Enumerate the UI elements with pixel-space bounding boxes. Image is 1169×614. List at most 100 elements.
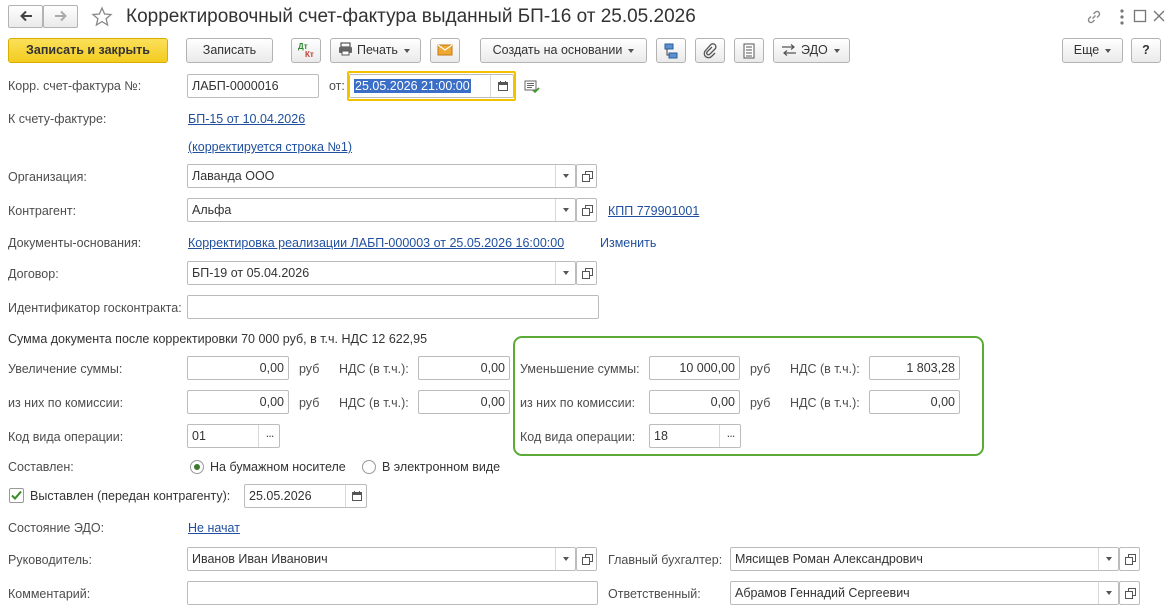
save-and-close-button[interactable]: Записать и закрыть [8, 38, 168, 63]
chief-accountant-value: Мясищев Роман Александрович [735, 552, 923, 566]
checklist-icon[interactable] [524, 80, 540, 94]
commission-decrease-field[interactable]: 0,00 [649, 390, 740, 414]
counterparty-label: Контрагент: [8, 204, 77, 218]
to-invoice-link[interactable]: БП-15 от 10.04.2026 [188, 112, 305, 126]
commission-increase-currency-label: руб [299, 396, 320, 410]
hierarchy-icon [664, 43, 678, 59]
head-label: Руководитель: [8, 553, 93, 567]
organization-label: Организация: [8, 170, 87, 184]
counterparty-dropdown-button[interactable] [555, 199, 575, 221]
operation-code-field-increase[interactable]: 01 ... [187, 424, 280, 448]
edo-exchange-icon [782, 44, 796, 56]
operation-code-field-decrease[interactable]: 18 ... [649, 424, 741, 448]
counterparty-field[interactable]: Альфа [187, 198, 576, 222]
organization-field[interactable]: Лаванда ООО [187, 164, 576, 188]
paper-option-label[interactable]: На бумажном носителе [210, 460, 346, 474]
issued-label: Выставлен (передан контрагенту): [30, 489, 231, 503]
paper-radio[interactable] [190, 460, 204, 474]
counterparty-open-button[interactable] [576, 198, 597, 222]
responsible-dropdown-button[interactable] [1098, 582, 1118, 604]
close-icon[interactable] [1152, 9, 1166, 23]
open-window-icon [582, 268, 593, 279]
email-button[interactable] [430, 38, 460, 63]
more-actions-button[interactable]: Еще [1062, 38, 1123, 63]
structure-button[interactable] [656, 38, 686, 63]
more-menu-icon[interactable] [1118, 7, 1126, 27]
responsible-label: Ответственный: [608, 587, 701, 601]
operation-code-label-decrease: Код вида операции: [520, 430, 636, 444]
arrow-left-icon [19, 10, 32, 22]
increase-amount-field[interactable]: 0,00 [187, 356, 289, 380]
favorite-star-icon[interactable] [91, 6, 113, 28]
report-button[interactable] [734, 38, 764, 63]
operation-code-select-button-decrease[interactable]: ... [719, 425, 740, 447]
contract-dropdown-button[interactable] [555, 262, 575, 284]
kpp-link[interactable]: КПП 779901001 [608, 204, 699, 218]
to-invoice-label: К счету-фактуре: [8, 112, 107, 126]
document-total-text: Сумма документа после корректировки 70 0… [8, 332, 428, 346]
head-open-button[interactable] [576, 547, 597, 571]
save-button[interactable]: Записать [186, 38, 273, 63]
commission-decrease-vat-field[interactable]: 0,00 [869, 390, 960, 414]
maximize-icon[interactable] [1133, 9, 1147, 23]
commission-increase-field[interactable]: 0,00 [187, 390, 289, 414]
edo-state-label: Состояние ЭДО: [8, 521, 105, 535]
commission-decrease-currency-label: руб [750, 396, 771, 410]
organization-open-button[interactable] [576, 164, 597, 188]
create-based-on-button[interactable]: Создать на основании [480, 38, 647, 63]
organization-dropdown-button[interactable] [555, 165, 575, 187]
decrease-vat-label: НДС (в т.ч.): [790, 362, 860, 376]
contract-field[interactable]: БП-19 от 05.04.2026 [187, 261, 576, 285]
head-dropdown-button[interactable] [555, 548, 575, 570]
contract-open-button[interactable] [576, 261, 597, 285]
attach-button[interactable] [695, 38, 725, 63]
increase-vat-field[interactable]: 0,00 [418, 356, 510, 380]
forward-button[interactable] [43, 5, 78, 28]
responsible-field[interactable]: Абрамов Геннадий Сергеевич [730, 581, 1119, 605]
issued-checkbox[interactable] [9, 488, 24, 503]
chief-accountant-open-button[interactable] [1119, 547, 1140, 571]
change-base-docs-link[interactable]: Изменить [600, 236, 656, 250]
increase-currency-label: руб [299, 362, 320, 376]
help-button[interactable]: ? [1131, 38, 1161, 63]
issued-date-field[interactable]: 25.05.2026 [244, 484, 367, 508]
operation-code-value-decrease: 18 [654, 429, 668, 443]
link-icon[interactable] [1085, 8, 1103, 26]
comment-label: Комментарий: [8, 587, 91, 601]
counterparty-value: Альфа [192, 203, 232, 217]
open-window-icon [1125, 588, 1136, 599]
corrected-line-link[interactable]: (корректируется строка №1) [188, 140, 352, 154]
electronic-radio[interactable] [362, 460, 376, 474]
commission-increase-vat-label: НДС (в т.ч.): [339, 396, 409, 410]
contract-value: БП-19 от 05.04.2026 [192, 266, 310, 280]
date-field-calendar-button[interactable] [490, 75, 513, 97]
decrease-vat-field[interactable]: 1 803,28 [869, 356, 960, 380]
electronic-option-label[interactable]: В электронном виде [382, 460, 500, 474]
contract-label: Договор: [8, 267, 59, 281]
responsible-open-button[interactable] [1119, 581, 1140, 605]
printer-icon [339, 42, 352, 56]
comment-field[interactable] [187, 581, 598, 605]
date-field[interactable]: 25.05.2026 21:00:00 [349, 74, 514, 98]
corr-invoice-number-field[interactable]: ЛАБП-0000016 [187, 74, 319, 98]
head-field[interactable]: Иванов Иван Иванович [187, 547, 576, 571]
commission-increase-vat-field[interactable]: 0,00 [418, 390, 510, 414]
gov-contract-field[interactable] [187, 295, 599, 319]
print-button[interactable]: Печать [330, 38, 421, 63]
decrease-label: Уменьшение суммы: [520, 362, 640, 376]
dt-kt-button[interactable]: Дт Кт [291, 38, 321, 63]
edo-state-link[interactable]: Не начат [188, 521, 240, 535]
operation-code-select-button-increase[interactable]: ... [258, 425, 279, 447]
date-label: от: [329, 79, 345, 93]
open-window-icon [582, 171, 593, 182]
issued-date-calendar-button[interactable] [345, 485, 366, 507]
chief-accountant-field[interactable]: Мясищев Роман Александрович [730, 547, 1119, 571]
base-docs-link[interactable]: Корректировка реализации ЛАБП-000003 от … [188, 236, 564, 250]
decrease-amount-field[interactable]: 10 000,00 [649, 356, 740, 380]
chief-accountant-dropdown-button[interactable] [1098, 548, 1118, 570]
calendar-icon [498, 81, 508, 91]
edo-button[interactable]: ЭДО [773, 38, 850, 63]
back-button[interactable] [8, 5, 43, 28]
paperclip-icon [703, 43, 717, 59]
operation-code-value-increase: 01 [192, 429, 206, 443]
